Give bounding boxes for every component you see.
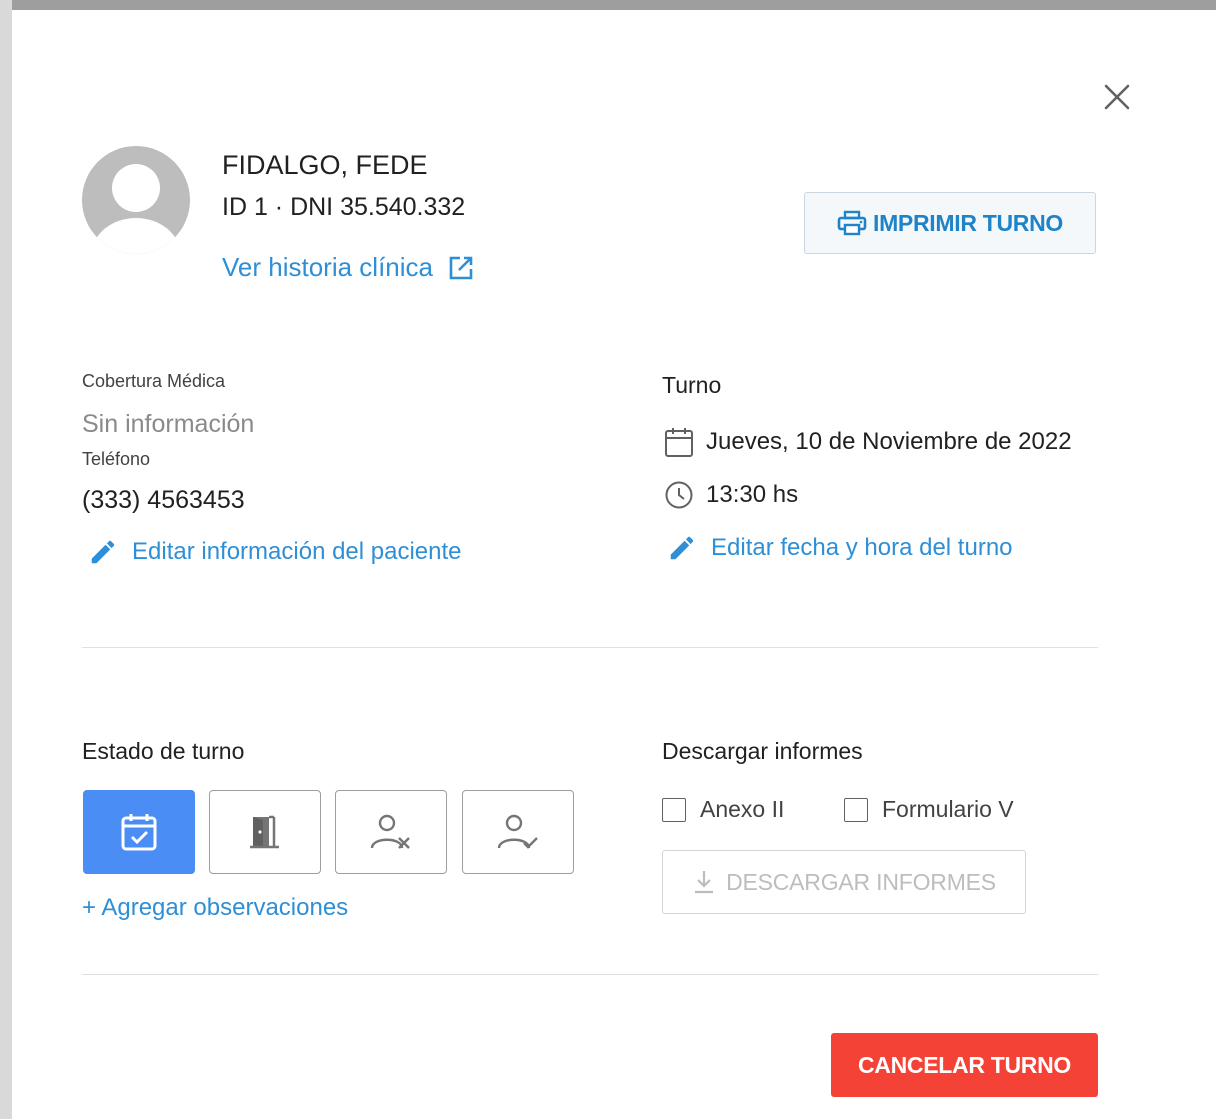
phone-label: Teléfono <box>82 449 151 469</box>
add-observations-link[interactable]: + Agregar observaciones <box>82 894 348 922</box>
divider <box>82 974 1098 975</box>
download-reports-button[interactable]: DESCARGAR INFORMES <box>662 850 1026 914</box>
close-icon <box>1104 84 1130 110</box>
status-attended-button[interactable] <box>462 790 574 874</box>
reports-title: Descargar informes <box>662 738 863 764</box>
download-icon <box>695 871 714 894</box>
patient-ids: ID 1 · DNI 35.540.332 <box>222 193 466 221</box>
divider <box>82 647 1098 648</box>
coverage-value: Sin información <box>82 410 255 438</box>
calendar-icon <box>665 428 693 457</box>
checkbox-label: Anexo II <box>700 796 785 822</box>
appointment-date: Jueves, 10 de Noviembre de 2022 <box>706 428 1072 455</box>
phone-value: (333) 4563453 <box>82 486 245 514</box>
avatar <box>82 146 190 254</box>
appointment-modal: FIDALGO, FEDE ID 1 · DNI 35.540.332 Ver … <box>12 10 1216 1119</box>
print-appointment-button[interactable]: IMPRIMIR TURNO <box>804 192 1096 254</box>
status-title: Estado de turno <box>82 738 245 764</box>
checkbox-box[interactable] <box>844 797 868 822</box>
edit-appointment-label: Editar fecha y hora del turno <box>711 534 1013 561</box>
printer-icon <box>837 210 867 236</box>
coverage-label: Cobertura Médica <box>82 371 226 391</box>
calendar-check-icon <box>121 814 157 851</box>
open-in-new-icon <box>449 256 473 279</box>
download-reports-label: DESCARGAR INFORMES <box>726 868 996 895</box>
appointment-time-row: 13:30 hs <box>664 480 798 510</box>
appointment-title: Turno <box>662 372 722 398</box>
print-appointment-label: IMPRIMIR TURNO <box>872 209 1063 236</box>
clock-icon <box>665 481 693 509</box>
person-silhouette-icon <box>82 146 190 254</box>
person-check-icon <box>497 814 538 849</box>
door-icon <box>250 815 279 849</box>
patient-name: FIDALGO, FEDE <box>222 150 428 180</box>
checkbox-box[interactable] <box>662 797 686 822</box>
appointment-date-row: Jueves, 10 de Noviembre de 2022 <box>664 426 1072 458</box>
appointment-time: 13:30 hs <box>706 481 799 508</box>
close-button[interactable] <box>1100 80 1134 114</box>
checkbox-anexo-ii[interactable]: Anexo II <box>662 796 784 823</box>
status-arrived-button[interactable] <box>209 790 321 874</box>
checkbox-formulario-v[interactable]: Formulario V <box>844 796 1014 823</box>
status-scheduled-button[interactable] <box>83 790 195 874</box>
status-absent-button[interactable] <box>335 790 447 874</box>
checkbox-label: Formulario V <box>882 796 1014 822</box>
pencil-icon <box>91 540 115 564</box>
clinical-history-label: Ver historia clínica <box>222 252 433 282</box>
edit-appointment-link[interactable]: Editar fecha y hora del turno <box>667 533 1013 563</box>
backdrop <box>0 0 12 1119</box>
edit-patient-label: Editar información del paciente <box>132 538 462 565</box>
pencil-icon <box>670 536 694 560</box>
cancel-appointment-button[interactable]: CANCELAR TURNO <box>831 1033 1098 1097</box>
clinical-history-link[interactable]: Ver historia clínica <box>222 252 475 283</box>
person-remove-icon <box>370 814 410 849</box>
edit-patient-link[interactable]: Editar información del paciente <box>88 537 462 567</box>
